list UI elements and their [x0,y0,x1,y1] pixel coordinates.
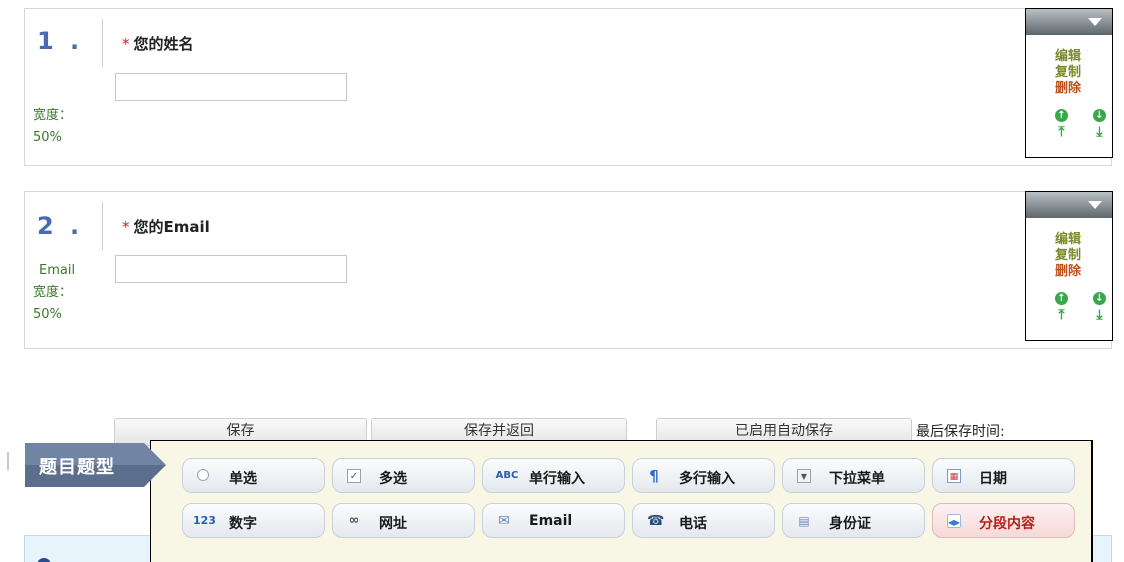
edit-link[interactable]: 编辑 [1055,232,1081,248]
required-mark: * [122,35,130,53]
question-card-2: 2 . * 您的Email Email 宽度： 50% [24,191,1112,349]
question-controls-2: 编辑 复制 删除 ↑ ↓ ⤒ ⤓ [1025,191,1113,341]
type-url-button[interactable]: ∞ 网址 [332,503,475,538]
name-input[interactable] [115,73,347,101]
type-single-line-button[interactable]: ABC 单行输入 [482,458,625,493]
width-value: 50% [33,307,62,322]
dropdown-arrow-icon[interactable] [1088,201,1102,209]
width-value: 50% [33,130,62,145]
button-label: 电话 [679,516,707,532]
type-number-button[interactable]: 123 数字 [182,503,325,538]
button-label: 多选 [379,471,407,487]
question-number: 2 . [37,212,84,240]
button-label: Email [529,513,573,529]
last-save-time: 最后保存时间: [916,424,1005,438]
arrow-up-icon[interactable]: ↑ [1055,292,1068,305]
dropdown-arrow-icon[interactable] [1088,18,1102,26]
button-label: 分段内容 [979,516,1035,532]
button-label: 单选 [229,471,257,487]
button-label: 网址 [379,516,407,532]
radio-icon [197,469,209,481]
question-card-1: 1 . * 您的姓名 宽度： 50% [24,8,1112,166]
question-types-label-text: 题目题型 [39,457,115,478]
copy-link[interactable]: 复制 [1055,248,1081,264]
email-input[interactable] [115,255,347,283]
button-label: 下拉菜单 [829,471,885,487]
type-email-button[interactable]: ✉ Email [482,503,625,538]
link-icon: ∞ [348,513,360,528]
phone-icon: ☎ [647,513,665,529]
type-dropdown-button[interactable]: ▼ 下拉菜单 [782,458,925,493]
question-controls-1: 编辑 复制 删除 ↑ ↓ ⤒ ⤓ [1025,8,1113,158]
delete-link[interactable]: 删除 [1055,264,1081,280]
envelope-icon: ✉ [498,513,510,529]
move-top-icon[interactable]: ⤒ [1055,125,1068,139]
arrow-down-icon[interactable]: ↓ [1093,109,1106,122]
arrow-down-icon[interactable]: ↓ [1093,292,1106,305]
divider [102,202,103,250]
number-icon: 123 [193,514,216,527]
type-radio-button[interactable]: 单选 [182,458,325,493]
move-top-icon[interactable]: ⤒ [1055,308,1068,322]
width-info: Email 宽度： 50% [33,260,75,326]
type-multi-line-button[interactable]: ¶ 多行输入 [632,458,775,493]
button-label: 日期 [979,471,1007,487]
dropdown-icon: ▼ [797,469,811,483]
paragraph-icon: ¶ [649,467,659,485]
button-label: 数字 [229,516,257,532]
arrow-up-icon[interactable]: ↑ [1055,109,1068,122]
type-checkbox-button[interactable]: ✓ 多选 [332,458,475,493]
type-tag: Email [39,263,76,278]
question-title-text: 您的Email [133,218,210,236]
question-title: * 您的姓名 [122,33,194,54]
calendar-icon: ▦ [947,469,961,483]
type-date-button[interactable]: ▦ 日期 [932,458,1075,493]
width-label: 宽度： [33,108,73,123]
type-section-button[interactable]: ◂▸ 分段内容 [932,503,1075,538]
section-icon: ◂▸ [947,514,961,529]
question-title-text: 您的姓名 [133,35,194,53]
id-card-icon: ▤ [798,514,810,528]
move-bottom-icon[interactable]: ⤓ [1093,125,1106,139]
type-phone-button[interactable]: ☎ 电话 [632,503,775,538]
move-bottom-icon[interactable]: ⤓ [1093,308,1106,322]
type-id-card-button[interactable]: ▤ 身份证 [782,503,925,538]
controls-header[interactable] [1026,192,1112,218]
abc-icon: ABC [495,470,519,481]
edit-link[interactable]: 编辑 [1055,49,1081,65]
info-icon [37,558,51,562]
button-label: 单行输入 [529,471,585,487]
width-label: 宽度： [33,285,73,300]
width-info: 宽度： 50% [33,105,72,149]
checkbox-icon: ✓ [347,469,361,483]
copy-link[interactable]: 复制 [1055,65,1081,81]
question-types-panel: 单选 ✓ 多选 ABC 单行输入 ¶ 多行输入 ▼ 下拉菜单 ▦ 日期 123 … [150,440,1093,562]
delete-link[interactable]: 删除 [1055,81,1081,97]
question-number: 1 . [37,27,84,55]
question-title: * 您的Email [122,216,210,237]
button-label: 多行输入 [679,471,735,487]
controls-header[interactable] [1026,9,1112,35]
question-types-label[interactable]: 题目题型 [25,443,166,487]
divider [102,19,103,67]
divider [7,452,9,470]
button-label: 身份证 [829,516,871,532]
required-mark: * [122,218,130,236]
